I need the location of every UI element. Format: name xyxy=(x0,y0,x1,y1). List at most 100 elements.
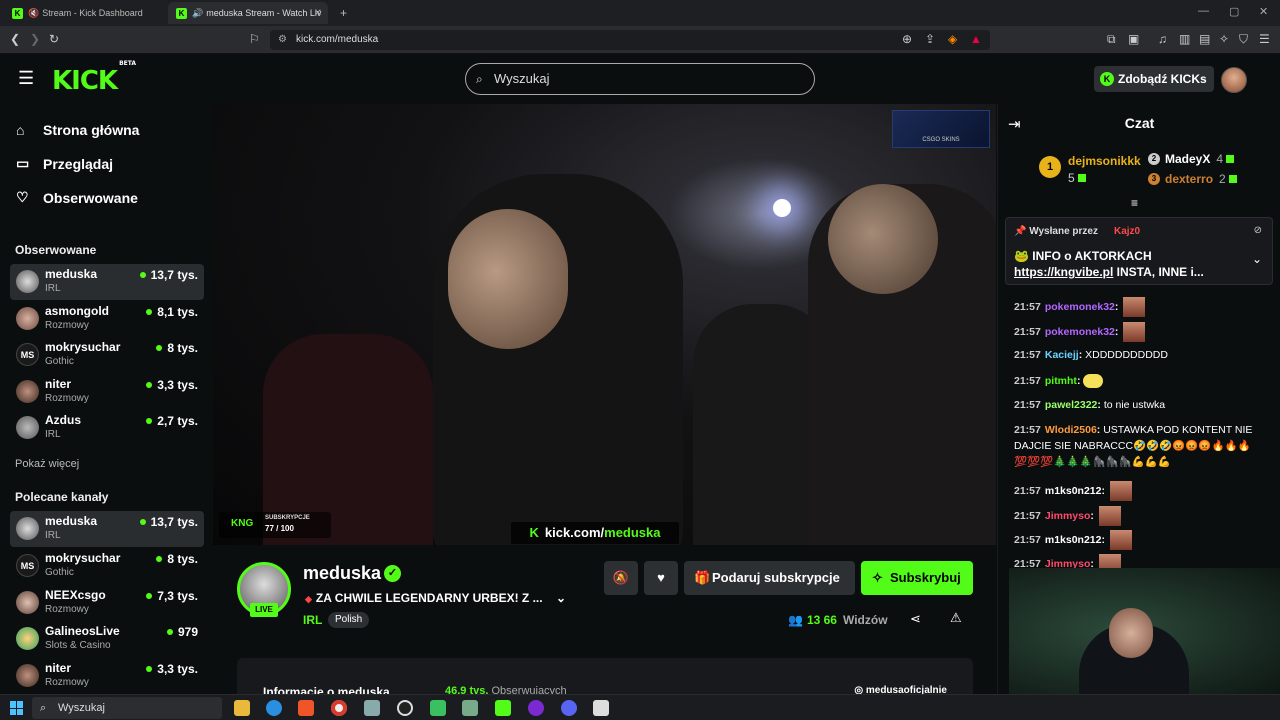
kick-logo[interactable]: KICKBETA xyxy=(52,60,136,96)
followed-channel-azdus[interactable]: Azdus IRL 2,7 tys. xyxy=(10,410,204,446)
ai-icon[interactable]: ✧ xyxy=(1219,32,1229,46)
windows-start-icon[interactable] xyxy=(10,701,24,715)
gift-label: Podaruj subskrypcje xyxy=(712,570,840,585)
browser-tab-dashboard[interactable]: K 🔇 Stream - Kick Dashboard xyxy=(4,2,164,24)
back-icon[interactable]: ❮ xyxy=(10,32,20,46)
new-tab-button[interactable]: + xyxy=(332,2,352,24)
chat-username[interactable]: pokemonek32 xyxy=(1045,326,1115,338)
chevron-down-icon[interactable]: ⌄ xyxy=(556,591,566,605)
chat-username[interactable]: pawel2322 xyxy=(1045,399,1098,411)
channel-category: IRL xyxy=(45,530,61,541)
leaderboard-user[interactable]: MadeyX 4 xyxy=(1165,152,1235,166)
recommended-channel-meduska[interactable]: meduska IRL 13,7 tys. xyxy=(10,511,204,547)
reload-icon[interactable]: ↻ xyxy=(49,32,59,46)
chat-username[interactable]: pitmht xyxy=(1045,375,1077,387)
video-player[interactable]: CSGO SKINS KNG SUBSKRYPCJE 77 / 100 Kkic… xyxy=(213,104,996,545)
nav-browse[interactable]: ▭ Przeglądaj xyxy=(16,155,113,172)
obs-icon[interactable] xyxy=(397,700,413,716)
close-window-icon[interactable]: ✕ xyxy=(1259,5,1268,18)
chat-username[interactable]: pokemonek32 xyxy=(1045,301,1115,313)
notifications-button[interactable]: 🔕 xyxy=(604,561,638,595)
forward-icon[interactable]: ❯ xyxy=(30,32,40,46)
wallet-icon[interactable]: ▣ xyxy=(1128,32,1139,46)
sidebar: ⌂ Strona główna ▭ Przeglądaj ♡ Obserwowane … xyxy=(0,104,212,694)
discord-icon[interactable] xyxy=(561,700,577,716)
taskbar-search[interactable]: ⌕ Wyszukaj xyxy=(32,697,222,719)
subscribe-button[interactable]: ✧ Subskrybuj xyxy=(861,561,973,595)
edge-icon[interactable] xyxy=(266,700,282,716)
chat-username[interactable]: m1ks0n212 xyxy=(1045,534,1102,546)
address-bar[interactable]: ⚙ kick.com/meduska xyxy=(270,30,990,50)
show-more-link[interactable]: Pokaż więcej xyxy=(15,458,79,470)
chrome-icon[interactable] xyxy=(331,700,347,716)
search-input[interactable]: ⌕ Wyszukaj xyxy=(465,63,815,95)
followed-channel-meduska[interactable]: meduska IRL 13,7 tys. xyxy=(10,264,204,300)
kick-favicon-icon: K xyxy=(176,7,187,19)
language-tag[interactable]: Polish xyxy=(328,612,370,628)
chat-username[interactable]: Jimmyso xyxy=(1045,510,1091,522)
nav-following[interactable]: ♡ Obserwowane xyxy=(16,189,138,206)
gift-subscription-button[interactable]: 🎁 Podaruj subskrypcje xyxy=(684,561,855,595)
user-avatar[interactable] xyxy=(1221,67,1247,93)
avatar xyxy=(16,416,39,439)
pinned-link[interactable]: https://kngvibe.pl xyxy=(1014,265,1113,279)
app-icon[interactable] xyxy=(593,700,609,716)
browser-menu-icon[interactable]: ☰ xyxy=(1259,32,1270,46)
viewer-count: 8,1 tys. xyxy=(146,305,198,319)
pinned-message[interactable]: 📌 Wysłane przez Kajz0 ⊘ 🐸 INFO o AKTORKAC… xyxy=(1005,217,1273,285)
expand-leaderboard-icon[interactable]: ≡ xyxy=(1131,196,1138,210)
share-icon[interactable]: ⋖ xyxy=(910,611,921,627)
brave-shield-icon[interactable]: ◈ xyxy=(948,32,957,46)
app-icon[interactable] xyxy=(462,700,478,716)
report-icon[interactable]: ⚠ xyxy=(950,610,962,626)
share-page-icon[interactable]: ⇪ xyxy=(925,32,935,46)
nav-home[interactable]: ⌂ Strona główna xyxy=(16,122,139,138)
kick-app-icon[interactable] xyxy=(495,700,511,716)
ad-banner[interactable]: CSGO SKINS xyxy=(892,110,990,148)
music-icon[interactable]: ♫ xyxy=(1158,32,1167,46)
followed-section-title: Obserwowane xyxy=(15,243,97,257)
recommended-channel-mokrysuchar[interactable]: MS mokrysuchar Gothic 8 tys. xyxy=(10,548,204,584)
leaderboard-user[interactable]: dexterro 2 xyxy=(1165,172,1237,186)
followed-channel-mokrysuchar[interactable]: MS mokrysuchar Gothic 8 tys. xyxy=(10,337,204,373)
recommended-channel-galineoslive[interactable]: GalineosLive Slots & Casino 979 xyxy=(10,621,204,657)
chat-username[interactable]: Kaciejj xyxy=(1045,349,1079,361)
chat-username[interactable]: Wlodi2506 xyxy=(1045,424,1097,436)
wallet2-icon[interactable]: ▤ xyxy=(1199,32,1210,46)
silver-medal-icon: 2 xyxy=(1148,153,1160,165)
hide-pin-icon[interactable]: ⊘ xyxy=(1254,225,1262,236)
rewards-icon[interactable]: ▲ xyxy=(970,32,982,46)
heart-icon: ♡ xyxy=(16,189,29,205)
pinned-by-user[interactable]: Kajz0 xyxy=(1114,226,1140,237)
brave-icon[interactable] xyxy=(298,700,314,716)
channel-name[interactable]: meduska xyxy=(303,563,381,584)
get-kicks-button[interactable]: K Zdobądź KICKs xyxy=(1094,66,1214,92)
extensions-icon[interactable]: ⧉ xyxy=(1107,32,1116,47)
sidebar-toggle-icon[interactable]: ▥ xyxy=(1179,32,1190,46)
minimize-icon[interactable]: — xyxy=(1198,5,1209,17)
app-icon[interactable] xyxy=(430,700,446,716)
app-icon[interactable] xyxy=(528,700,544,716)
file-explorer-icon[interactable] xyxy=(234,700,250,716)
browser-tab-meduska[interactable]: K 🔊 meduska Stream - Watch Liv ✕ xyxy=(168,2,328,24)
followed-channel-asmongold[interactable]: asmongold Rozmowy 8,1 tys. xyxy=(10,301,204,337)
vpn-icon[interactable]: ⛉ xyxy=(1239,32,1248,47)
followed-channel-niter[interactable]: niter Rozmowy 3,3 tys. xyxy=(10,374,204,410)
app-icon[interactable] xyxy=(364,700,380,716)
gold-medal-icon: 1 xyxy=(1039,156,1061,178)
restore-icon[interactable]: ▢ xyxy=(1229,5,1239,18)
chat-username[interactable]: m1ks0n212 xyxy=(1045,485,1102,497)
follow-button[interactable]: ♥ xyxy=(644,561,678,595)
menu-icon[interactable]: ☰ xyxy=(18,68,34,89)
close-tab-icon[interactable]: ✕ xyxy=(314,8,322,19)
zoom-icon[interactable]: ⊕ xyxy=(902,32,912,46)
recommended-channel-neexcsgo[interactable]: NEEXcsgo Rozmowy 7,3 tys. xyxy=(10,585,204,621)
recommended-channel-niter[interactable]: niter Rozmowy 3,3 tys. xyxy=(10,658,204,694)
site-info-icon[interactable]: ⚙ xyxy=(278,30,287,50)
bookmark-icon[interactable]: ⚐ xyxy=(249,32,260,46)
category-link[interactable]: IRL xyxy=(303,613,322,627)
chevron-down-icon[interactable]: ⌄ xyxy=(1252,252,1262,266)
leaderboard-user[interactable]: dejmsonikkk xyxy=(1068,154,1141,168)
avatar xyxy=(16,664,39,687)
viewer-count: 13,7 tys. xyxy=(140,515,198,529)
